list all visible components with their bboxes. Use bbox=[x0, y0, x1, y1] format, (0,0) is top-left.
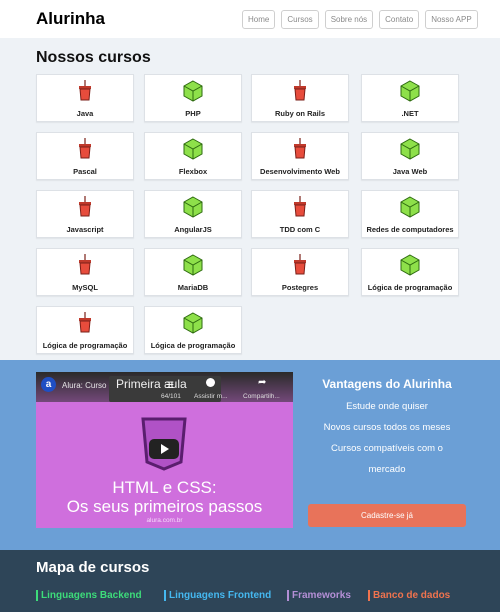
play-button[interactable] bbox=[149, 439, 179, 459]
share-icon[interactable]: ➦ bbox=[258, 377, 266, 388]
course-label: Ruby on Rails bbox=[274, 109, 325, 118]
channel-logo[interactable]: a bbox=[41, 377, 56, 392]
video-headline-2: Os seus primeiros passos bbox=[66, 497, 263, 516]
course-label: Flexbox bbox=[178, 167, 208, 176]
video-site: alura.com.br bbox=[146, 517, 183, 524]
playlist-title: Primeira aula bbox=[116, 377, 187, 391]
advantages-section: a Alura: Curso de HTM... Primeira aula ☰… bbox=[0, 360, 500, 550]
nav-home[interactable]: Home bbox=[242, 10, 276, 29]
green-cube-icon bbox=[183, 254, 203, 276]
course-label: Java Web bbox=[392, 167, 428, 176]
green-cube-icon bbox=[183, 138, 203, 160]
course-card[interactable]: Lógica de programação bbox=[36, 306, 134, 354]
green-cube-icon bbox=[400, 138, 420, 160]
share-label[interactable]: Compartilh... bbox=[243, 393, 280, 400]
course-card[interactable]: Ruby on Rails bbox=[251, 74, 349, 122]
course-label: Desenvolvimento Web bbox=[260, 167, 340, 176]
course-card[interactable]: MySQL bbox=[36, 248, 134, 296]
watch-later-label[interactable]: Assistir m... bbox=[194, 393, 228, 400]
course-label: Lógica de programação bbox=[42, 341, 128, 350]
main-nav: Home Cursos Sobre nós Contato Nosso APP bbox=[242, 10, 484, 29]
course-label: Pascal bbox=[73, 167, 97, 176]
coffee-cup-icon bbox=[75, 254, 95, 276]
green-cube-icon bbox=[400, 80, 420, 102]
coffee-cup-icon bbox=[75, 196, 95, 218]
courses-section: Nossos cursos Java PHP Ruby on Rails .NET Pa… bbox=[0, 38, 500, 360]
course-label: TDD com C bbox=[279, 225, 321, 234]
brand-logo[interactable]: Alurinha bbox=[36, 9, 105, 29]
course-card[interactable]: .NET bbox=[361, 74, 459, 122]
course-label: Lógica de programação bbox=[367, 283, 453, 292]
course-label: MySQL bbox=[72, 283, 98, 292]
coffee-cup-icon bbox=[290, 138, 310, 160]
course-card[interactable]: Desenvolvimento Web bbox=[251, 132, 349, 180]
course-card[interactable]: Redes de computadores bbox=[361, 190, 459, 238]
green-cube-icon bbox=[400, 254, 420, 276]
courses-title: Nossos cursos bbox=[36, 49, 151, 66]
nav-app[interactable]: Nosso APP bbox=[425, 10, 478, 29]
course-card[interactable]: Flexbox bbox=[144, 132, 242, 180]
signup-button[interactable]: Cadastre-se já bbox=[308, 504, 466, 527]
map-link-database[interactable]: Banco de dados bbox=[368, 590, 450, 601]
header: Alurinha Home Cursos Sobre nós Contato N… bbox=[0, 0, 500, 38]
coffee-cup-icon bbox=[75, 138, 95, 160]
coffee-cup-icon bbox=[290, 196, 310, 218]
course-card[interactable]: Javascript bbox=[36, 190, 134, 238]
nav-cursos[interactable]: Cursos bbox=[281, 10, 319, 29]
course-label: Lógica de programação bbox=[150, 341, 236, 350]
nav-contato[interactable]: Contato bbox=[379, 10, 420, 29]
course-card[interactable]: AngularJS bbox=[144, 190, 242, 238]
coffee-cup-icon bbox=[290, 254, 310, 276]
course-label: PHP bbox=[185, 109, 201, 118]
map-title: Mapa de cursos bbox=[36, 559, 150, 576]
green-cube-icon bbox=[183, 312, 203, 334]
course-label: Java bbox=[76, 109, 94, 118]
advantage-item: mercado bbox=[368, 464, 406, 475]
clock-icon[interactable] bbox=[206, 378, 215, 387]
course-label: Postegres bbox=[281, 283, 319, 292]
playlist-icon[interactable]: ☰ bbox=[166, 380, 174, 391]
green-cube-icon bbox=[400, 196, 420, 218]
green-cube-icon bbox=[183, 196, 203, 218]
course-card[interactable]: Java bbox=[36, 74, 134, 122]
coffee-cup-icon bbox=[290, 80, 310, 102]
nav-sobre[interactable]: Sobre nós bbox=[324, 10, 374, 29]
course-card[interactable]: Lógica de programação bbox=[361, 248, 459, 296]
course-label: Javascript bbox=[66, 225, 104, 234]
advantage-item: Estude onde quiser bbox=[346, 401, 428, 412]
course-label: .NET bbox=[401, 109, 419, 118]
green-cube-icon bbox=[183, 80, 203, 102]
course-card[interactable]: Postegres bbox=[251, 248, 349, 296]
course-card[interactable]: PHP bbox=[144, 74, 242, 122]
playlist-counter: 64/101 bbox=[161, 393, 181, 400]
video-headline-1: HTML e CSS: bbox=[112, 478, 217, 497]
course-card[interactable]: MariaDB bbox=[144, 248, 242, 296]
course-card[interactable]: TDD com C bbox=[251, 190, 349, 238]
coffee-cup-icon bbox=[75, 312, 95, 334]
map-link-backend[interactable]: Linguagens Backend bbox=[36, 590, 142, 601]
course-map-section: Mapa de cursos Linguagens Backend Lingua… bbox=[0, 550, 500, 612]
advantages-title: Vantagens do Alurinha bbox=[322, 377, 452, 391]
map-link-frontend[interactable]: Linguagens Frontend bbox=[164, 590, 271, 601]
course-label: MariaDB bbox=[177, 283, 209, 292]
course-card[interactable]: Java Web bbox=[361, 132, 459, 180]
course-card[interactable]: Pascal bbox=[36, 132, 134, 180]
course-card[interactable]: Lógica de programação bbox=[144, 306, 242, 354]
course-label: AngularJS bbox=[174, 225, 212, 234]
coffee-cup-icon bbox=[75, 80, 95, 102]
advantage-item: Novos cursos todos os meses bbox=[323, 422, 451, 433]
advantage-item: Cursos compatíveis com o bbox=[331, 443, 443, 454]
video-player[interactable]: a Alura: Curso de HTM... Primeira aula ☰… bbox=[36, 372, 293, 528]
course-label: Redes de computadores bbox=[366, 225, 454, 234]
map-link-frameworks[interactable]: Frameworks bbox=[287, 590, 351, 601]
